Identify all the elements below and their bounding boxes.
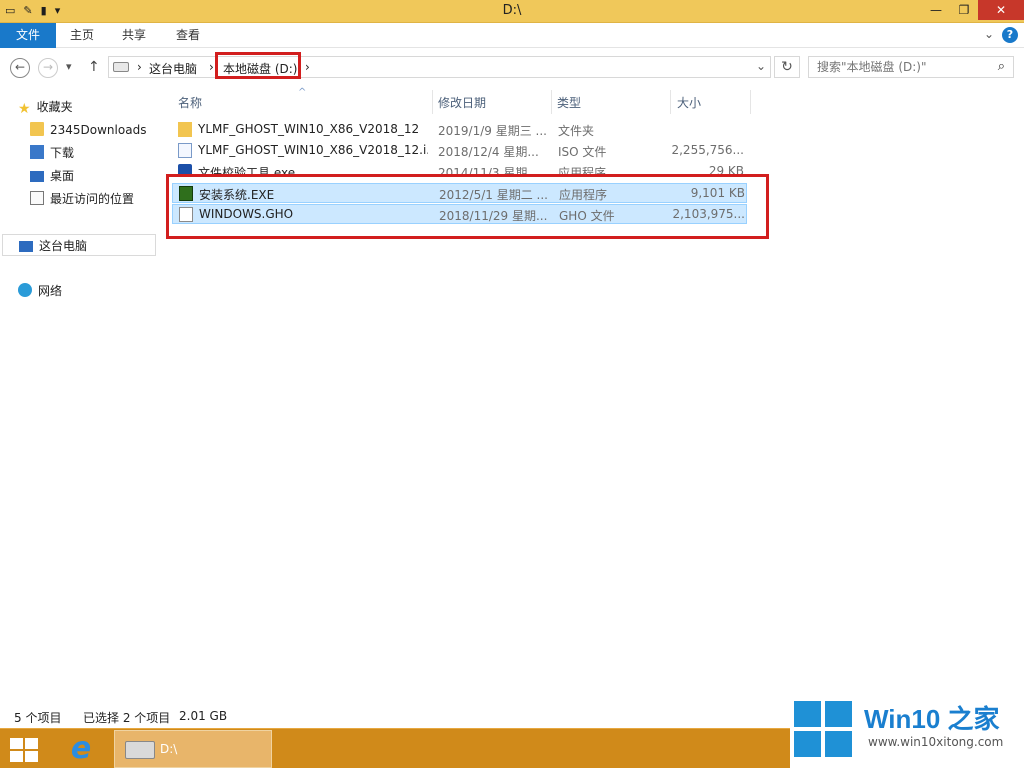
sidebar-item-downloads[interactable]: 下载 <box>30 142 74 164</box>
file-type: ISO 文件 <box>558 145 607 159</box>
sidebar-item-label: 这台电脑 <box>39 239 88 253</box>
network-icon <box>18 283 32 297</box>
annotation-highlight-box <box>215 52 301 79</box>
item-count: 5 个项目 <box>14 711 62 725</box>
navigation-pane: ★ 收藏夹 2345Downloads 下载 桌面 最近访问的位置 这台电脑 网络 <box>0 85 158 700</box>
selection-count: 已选择 2 个项目 <box>83 711 171 725</box>
tab-home[interactable]: 主页 <box>58 23 106 48</box>
selection-size: 2.01 GB <box>179 709 228 723</box>
sidebar-item-2345downloads[interactable]: 2345Downloads <box>30 119 146 141</box>
search-box[interactable]: ⌕ <box>808 56 1014 78</box>
back-button[interactable]: ← <box>10 58 30 78</box>
file-size: 2,255,756... <box>671 143 744 157</box>
sort-ascending-icon: ^ <box>298 87 307 98</box>
title-bar: ▭ ✎ ▮ ▾ D:\ — ❐ ✕ <box>0 0 1024 23</box>
file-type: 文件夹 <box>558 124 595 138</box>
sidebar-item-this-pc[interactable]: 这台电脑 <box>2 234 156 256</box>
file-name: YLMF_GHOST_WIN10_X86_V2018_12 <box>198 122 420 136</box>
window-title: D:\ <box>502 3 522 18</box>
file-date: 2019/1/9 星期三 ... <box>438 124 547 138</box>
tab-share[interactable]: 共享 <box>110 23 158 48</box>
forward-button[interactable]: → <box>38 58 58 78</box>
annotation-highlight-box <box>166 174 769 239</box>
close-button[interactable]: ✕ <box>978 0 1024 20</box>
windows-logo-icon <box>794 701 852 757</box>
sidebar-item-desktop[interactable]: 桌面 <box>30 165 74 187</box>
windows-logo-icon <box>10 738 23 749</box>
windows-logo-icon <box>25 738 38 749</box>
watermark-title: Win10 之家 <box>864 704 1000 734</box>
column-divider[interactable] <box>432 90 433 114</box>
help-icon[interactable]: ? <box>1002 27 1018 43</box>
star-icon: ★ <box>18 101 31 117</box>
file-name: YLMF_GHOST_WIN10_X86_V2018_12.i... <box>198 143 428 157</box>
drive-icon <box>113 62 129 72</box>
address-separator[interactable]: › <box>305 60 310 74</box>
file-date: 2018/12/4 星期... <box>438 145 539 159</box>
minimize-button[interactable]: — <box>922 0 950 20</box>
sidebar-item-recent-places[interactable]: 最近访问的位置 <box>30 188 134 210</box>
sidebar-item-label: 网络 <box>38 284 63 298</box>
column-divider[interactable] <box>551 90 552 114</box>
watermark-url: www.win10xitong.com <box>868 735 1004 749</box>
window-controls: — ❐ ✕ <box>922 0 1024 20</box>
taskbar-item-label: D:\ <box>160 742 178 756</box>
download-folder-icon <box>30 145 44 159</box>
sidebar-item-label: 收藏夹 <box>36 100 73 114</box>
address-dropdown-icon[interactable]: ⌄ <box>756 59 766 73</box>
recent-locations-button[interactable]: ▾ <box>66 60 72 73</box>
expand-ribbon-icon[interactable]: ⌄ <box>984 27 994 41</box>
column-divider[interactable] <box>670 90 671 114</box>
file-row[interactable]: YLMF_GHOST_WIN10_X86_V2018_12.i... 2018/… <box>172 141 747 161</box>
refresh-button[interactable]: ↻ <box>774 56 800 78</box>
folder-icon <box>178 122 192 137</box>
computer-icon <box>19 241 33 252</box>
sidebar-item-label: 最近访问的位置 <box>50 192 135 206</box>
search-input[interactable] <box>809 57 984 77</box>
ribbon: 文件 主页 共享 查看 ⌄ ? <box>0 23 1024 48</box>
restore-button[interactable]: ❐ <box>950 0 978 20</box>
column-header-size[interactable]: 大小 <box>677 92 701 114</box>
address-bar[interactable]: › 这台电脑 › 本地磁盘 (D:) › ⌄ <box>108 56 771 78</box>
file-row[interactable]: YLMF_GHOST_WIN10_X86_V2018_12 2019/1/9 星… <box>172 120 747 140</box>
drive-icon <box>125 741 155 759</box>
watermark: Win10 之家 www.win10xitong.com <box>790 693 1024 768</box>
address-separator[interactable]: › <box>209 60 214 74</box>
windows-logo-icon <box>25 751 38 762</box>
folder-icon <box>30 122 44 136</box>
taskbar-item-explorer[interactable]: D:\ <box>114 730 272 768</box>
windows-logo-icon <box>10 751 23 762</box>
desktop-icon <box>30 171 44 182</box>
sidebar-item-label: 桌面 <box>50 169 75 183</box>
sidebar-item-label: 2345Downloads <box>50 123 147 137</box>
address-separator[interactable]: › <box>137 60 142 74</box>
start-button[interactable] <box>10 738 38 762</box>
tab-view[interactable]: 查看 <box>164 23 212 48</box>
internet-explorer-icon[interactable]: e <box>64 733 98 767</box>
column-divider[interactable] <box>750 90 751 114</box>
tab-file[interactable]: 文件 <box>0 23 56 48</box>
recent-places-icon <box>30 191 44 205</box>
sidebar-item-label: 下载 <box>50 146 75 160</box>
sidebar-item-favorites[interactable]: ★ 收藏夹 <box>18 96 73 118</box>
up-button[interactable]: ↑ <box>88 59 100 75</box>
sidebar-item-network[interactable]: 网络 <box>18 280 62 302</box>
column-header-type[interactable]: 类型 <box>557 92 581 114</box>
column-header-name[interactable]: 名称 <box>178 92 202 114</box>
search-icon[interactable]: ⌕ <box>998 59 1005 74</box>
breadcrumb-this-pc[interactable]: 这台电脑 <box>149 60 197 77</box>
iso-file-icon <box>178 143 192 158</box>
column-header-date[interactable]: 修改日期 <box>438 92 486 114</box>
